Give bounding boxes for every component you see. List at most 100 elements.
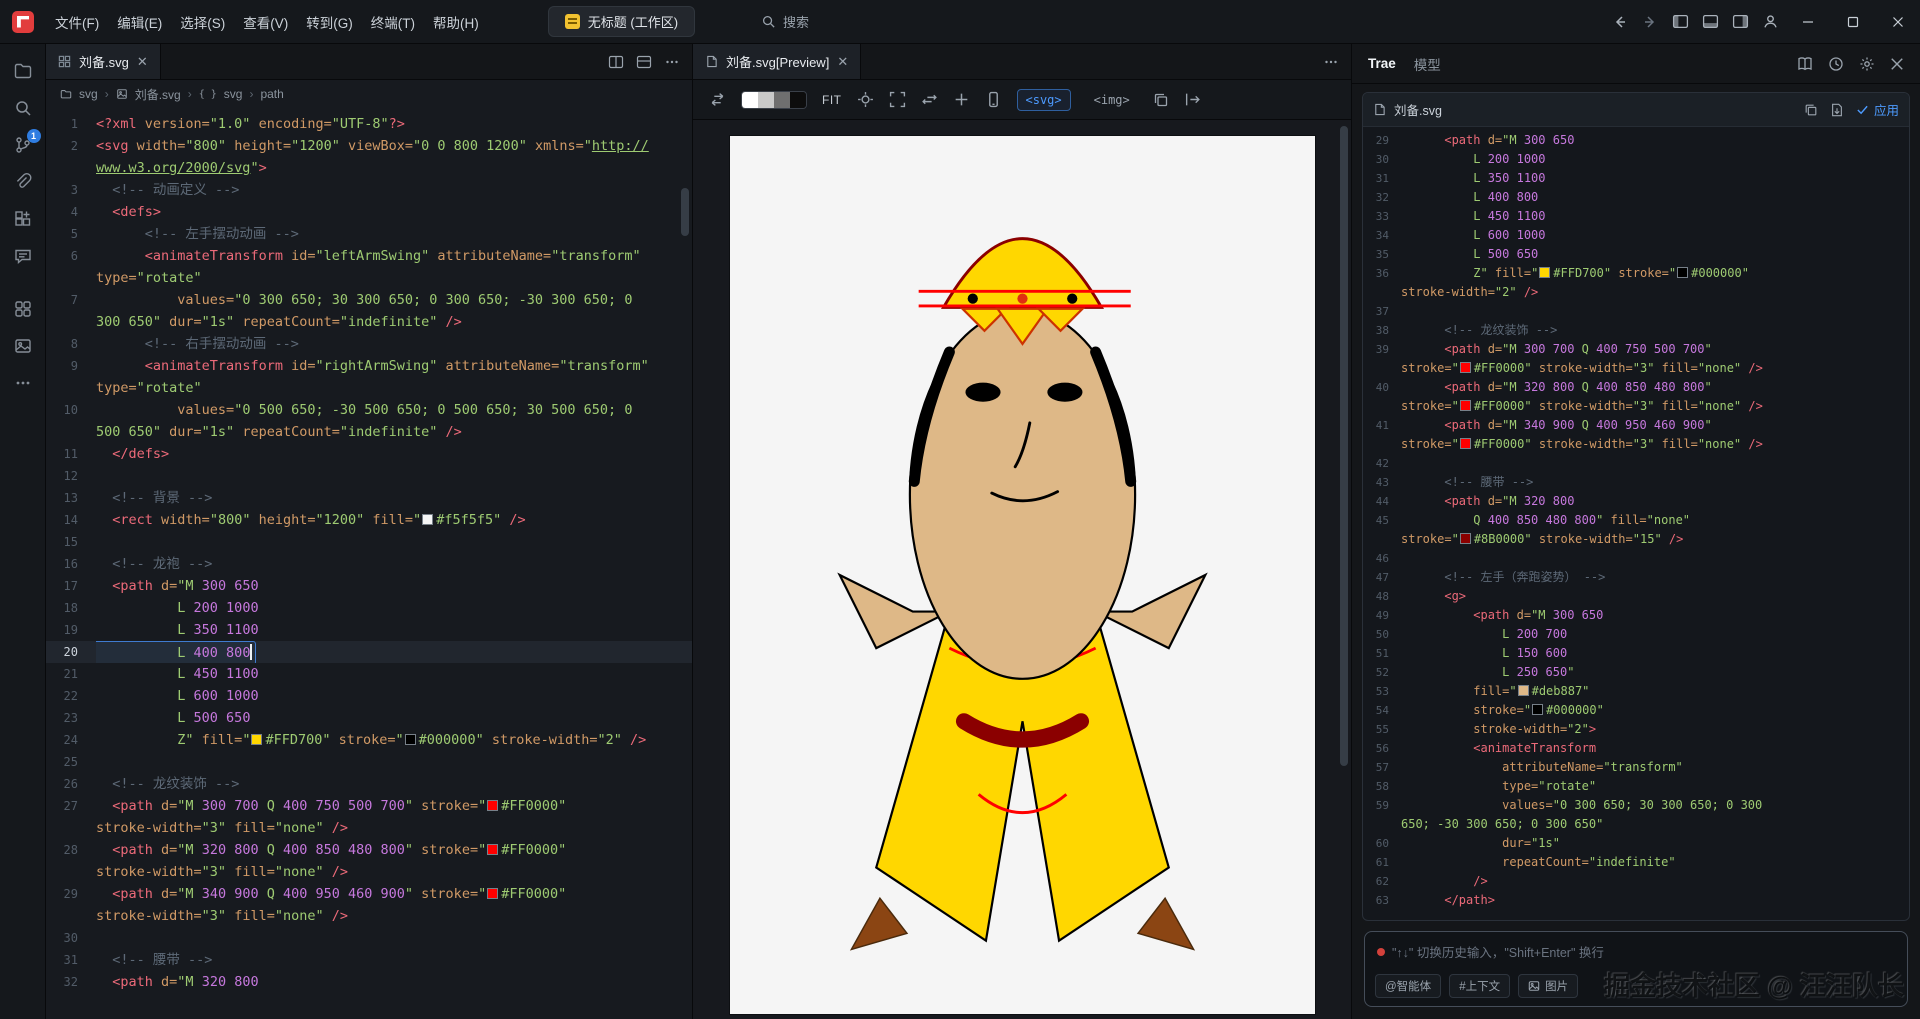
code-line[interactable]: 56 <animateTransform	[1363, 739, 1909, 758]
line-number[interactable]: 58	[1363, 777, 1401, 796]
code-line[interactable]: 28 <path d="M 320 800 Q 400 850 480 800"…	[46, 839, 692, 861]
code-line[interactable]: 31 L 350 1100	[1363, 169, 1909, 188]
code-line[interactable]: www.w3.org/2000/svg">	[46, 157, 692, 179]
line-number[interactable]: 63	[1363, 891, 1401, 910]
code-line[interactable]: type="rotate"	[46, 267, 692, 289]
line-number[interactable]: 47	[1363, 568, 1401, 587]
background-color-selector[interactable]	[741, 90, 807, 109]
code-line[interactable]: 24 Z" fill=" #FFD700" stroke=" #000000" st…	[46, 729, 692, 751]
code-line[interactable]: 47 <!-- 左手（奔跑姿势） -->	[1363, 568, 1909, 587]
line-number[interactable]: 37	[1363, 302, 1401, 321]
code-line[interactable]: 45 Q 400 850 480 800" fill="none"	[1363, 511, 1909, 530]
line-number[interactable]	[46, 311, 96, 333]
bg-white-swatch[interactable]	[742, 91, 758, 108]
code-line[interactable]: 61 repeatCount="indefinite"	[1363, 853, 1909, 872]
code-line[interactable]: 300 650" dur="1s" repeatCount="indefinit…	[46, 311, 692, 333]
code-line[interactable]: 30 L 200 1000	[1363, 150, 1909, 169]
center-icon[interactable]	[857, 91, 874, 108]
tab-model[interactable]: 模型	[1414, 54, 1441, 74]
code-line[interactable]: 57 attributeName="transform"	[1363, 758, 1909, 777]
line-number[interactable]: 21	[46, 663, 96, 685]
line-number[interactable]: 1	[46, 113, 96, 135]
line-number[interactable]: 54	[1363, 701, 1401, 720]
line-number[interactable]: 60	[1363, 834, 1401, 853]
line-number[interactable]: 32	[46, 971, 96, 993]
tab-close-icon[interactable]: ✕	[137, 55, 148, 68]
attachment-icon[interactable]	[4, 163, 42, 200]
menu-view[interactable]: 查看(V)	[234, 8, 297, 36]
code-line[interactable]: 4 <defs>	[46, 201, 692, 223]
line-number[interactable]: 52	[1363, 663, 1401, 682]
code-line[interactable]: 650; -30 300 650; 0 300 650"	[1363, 815, 1909, 834]
line-number[interactable]: 27	[46, 795, 96, 817]
line-number[interactable]: 17	[46, 575, 96, 597]
code-line[interactable]: 11 </defs>	[46, 443, 692, 465]
menu-file[interactable]: 文件(F)	[46, 8, 108, 36]
line-number[interactable]: 6	[46, 245, 96, 267]
line-number[interactable]: 25	[46, 751, 96, 773]
code-line[interactable]: 36 Z" fill=" #FFD700" stroke=" #000000"	[1363, 264, 1909, 283]
menu-go[interactable]: 转到(G)	[297, 8, 362, 36]
code-line[interactable]: 63 </path>	[1363, 891, 1909, 910]
line-number[interactable]: 30	[1363, 150, 1401, 169]
tab-close-icon[interactable]: ✕	[837, 55, 848, 68]
code-line[interactable]: 46	[1363, 549, 1909, 568]
code-line[interactable]: 20 L 400 800	[46, 641, 692, 663]
line-number[interactable]: 32	[1363, 188, 1401, 207]
line-number[interactable]: 51	[1363, 644, 1401, 663]
line-number[interactable]: 40	[1363, 378, 1401, 397]
window-close-button[interactable]	[1875, 0, 1920, 44]
line-number[interactable]: 39	[1363, 340, 1401, 359]
line-number[interactable]: 45	[1363, 511, 1401, 530]
code-line[interactable]: 37	[1363, 302, 1909, 321]
line-number[interactable]	[46, 905, 96, 927]
code-line[interactable]: 32 L 400 800	[1363, 188, 1909, 207]
code-line[interactable]: 34 L 600 1000	[1363, 226, 1909, 245]
code-line[interactable]: 32 <path d="M 320 800	[46, 971, 692, 993]
code-line[interactable]: 49 <path d="M 300 650	[1363, 606, 1909, 625]
line-number[interactable]: 10	[46, 399, 96, 421]
line-number[interactable]: 20	[46, 641, 96, 663]
code-line[interactable]: 7 values="0 300 650; 30 300 650; 0 300 6…	[46, 289, 692, 311]
line-number[interactable]: 57	[1363, 758, 1401, 777]
code-line[interactable]: 53 fill=" #deb887"	[1363, 682, 1909, 701]
image-chip[interactable]: 图片	[1518, 974, 1579, 998]
line-number[interactable]: 2	[46, 135, 96, 157]
tab-preview[interactable]: 刘备.svg[Preview] ✕	[693, 44, 862, 79]
code-line[interactable]: 44 <path d="M 320 800	[1363, 492, 1909, 511]
line-number[interactable]: 29	[46, 883, 96, 905]
code-line[interactable]: 17 <path d="M 300 650	[46, 575, 692, 597]
line-number[interactable]: 36	[1363, 264, 1401, 283]
code-editor[interactable]: 1 <?xml version="1.0" encoding="UTF-8"?> 2…	[46, 108, 692, 1019]
line-number[interactable]: 12	[46, 465, 96, 487]
code-line[interactable]: 2 <svg width="800" height="1200" viewBox=…	[46, 135, 692, 157]
close-panel-icon[interactable]	[1890, 57, 1904, 71]
search-sidebar-icon[interactable]	[4, 89, 42, 126]
code-line[interactable]: 13 <!-- 背景 -->	[46, 487, 692, 509]
code-line[interactable]: stroke-width="3" fill="none" />	[46, 905, 692, 927]
line-number[interactable]: 5	[46, 223, 96, 245]
ai-code-block[interactable]: 29 <path d="M 300 650 30 L 200 1000 31 L 3…	[1363, 127, 1909, 920]
code-line[interactable]: 58 type="rotate"	[1363, 777, 1909, 796]
copy-code-icon[interactable]	[1804, 103, 1818, 117]
line-number[interactable]: 13	[46, 487, 96, 509]
agent-chip[interactable]: @智能体	[1375, 974, 1442, 998]
line-number[interactable]: 18	[46, 597, 96, 619]
chat-icon[interactable]	[4, 237, 42, 274]
swap-icon[interactable]	[921, 91, 938, 108]
code-line[interactable]: 35 L 500 650	[1363, 245, 1909, 264]
code-line[interactable]: 48 <g>	[1363, 587, 1909, 606]
line-number[interactable]: 56	[1363, 739, 1401, 758]
line-number[interactable]: 29	[1363, 131, 1401, 150]
gear-icon[interactable]	[1859, 56, 1875, 72]
code-line[interactable]: 31 <!-- 腰带 -->	[46, 949, 692, 971]
code-line[interactable]: 29 <path d="M 300 650	[1363, 131, 1909, 150]
line-number[interactable]: 28	[46, 839, 96, 861]
code-line[interactable]: 22 L 600 1000	[46, 685, 692, 707]
line-number[interactable]: 14	[46, 509, 96, 531]
code-line[interactable]: 25	[46, 751, 692, 773]
code-line[interactable]: 29 <path d="M 340 900 Q 400 950 460 900"…	[46, 883, 692, 905]
code-line[interactable]: 59 values="0 300 650; 30 300 650; 0 300	[1363, 796, 1909, 815]
line-number[interactable]	[46, 377, 96, 399]
explorer-icon[interactable]	[4, 52, 42, 89]
